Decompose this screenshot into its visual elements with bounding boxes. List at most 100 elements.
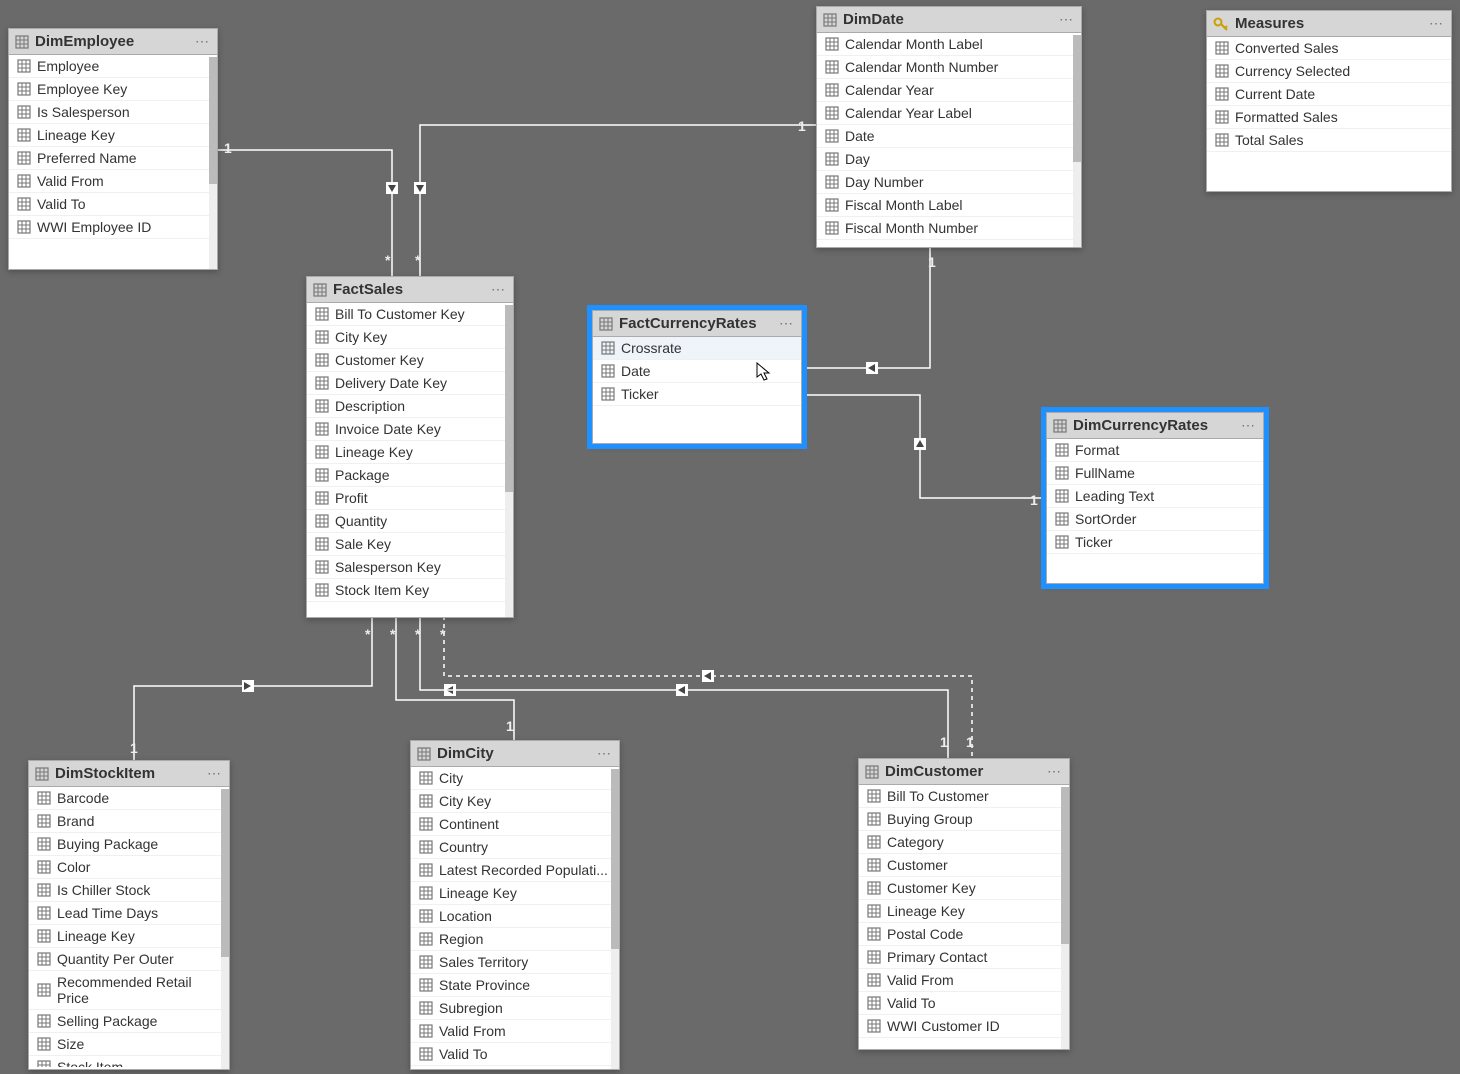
field-row[interactable]: Fiscal Month Number xyxy=(817,217,1081,240)
field-row[interactable]: Primary Contact xyxy=(859,946,1069,969)
field-row[interactable]: Postal Code xyxy=(859,923,1069,946)
field-row[interactable]: Converted Sales xyxy=(1207,37,1451,60)
field-row[interactable]: Date xyxy=(593,360,801,383)
field-row[interactable]: Valid To xyxy=(9,193,217,216)
more-icon[interactable]: ⋯ xyxy=(195,33,211,50)
table-factSales[interactable]: FactSales⋯Bill To Customer KeyCity KeyCu… xyxy=(306,276,514,618)
more-icon[interactable]: ⋯ xyxy=(1047,763,1063,780)
field-row[interactable]: WWI Customer ID xyxy=(859,1015,1069,1038)
scrollbar-thumb[interactable] xyxy=(505,305,513,492)
field-row[interactable]: Description xyxy=(307,395,513,418)
field-row[interactable]: Stock Item Key xyxy=(307,579,513,602)
more-icon[interactable]: ⋯ xyxy=(597,745,613,762)
field-row[interactable]: Preferred Name xyxy=(9,147,217,170)
scrollbar[interactable] xyxy=(221,789,229,1069)
field-row[interactable]: Subregion xyxy=(411,997,619,1020)
field-row[interactable]: Category xyxy=(859,831,1069,854)
field-row[interactable]: City xyxy=(411,767,619,790)
table-dimEmployee[interactable]: DimEmployee⋯EmployeeEmployee KeyIs Sales… xyxy=(8,28,218,270)
field-row[interactable]: Quantity xyxy=(307,510,513,533)
more-icon[interactable]: ⋯ xyxy=(1429,15,1445,32)
field-row[interactable]: Lead Time Days xyxy=(29,902,229,925)
field-row[interactable]: Country xyxy=(411,836,619,859)
table-header[interactable]: DimStockItem⋯ xyxy=(29,761,229,787)
scrollbar[interactable] xyxy=(505,305,513,617)
table-dimStockItem[interactable]: DimStockItem⋯BarcodeBrandBuying PackageC… xyxy=(28,760,230,1070)
scrollbar-thumb[interactable] xyxy=(221,789,229,957)
field-row[interactable]: Valid To xyxy=(859,992,1069,1015)
more-icon[interactable]: ⋯ xyxy=(779,315,795,332)
field-row[interactable]: Ticker xyxy=(593,383,801,406)
field-row[interactable]: Bill To Customer Key xyxy=(307,303,513,326)
scrollbar-thumb[interactable] xyxy=(1073,35,1081,162)
field-row[interactable]: Sales Territory xyxy=(411,951,619,974)
scrollbar[interactable] xyxy=(1073,35,1081,247)
field-row[interactable]: Calendar Month Number xyxy=(817,56,1081,79)
table-measures[interactable]: Measures⋯Converted SalesCurrency Selecte… xyxy=(1206,10,1452,192)
field-row[interactable]: Latest Recorded Populati... xyxy=(411,859,619,882)
field-row[interactable]: Continent xyxy=(411,813,619,836)
field-row[interactable]: Calendar Month Label xyxy=(817,33,1081,56)
more-icon[interactable]: ⋯ xyxy=(207,765,223,782)
field-row[interactable]: Customer Key xyxy=(859,877,1069,900)
table-dimCurrencyRates[interactable]: DimCurrencyRates⋯FormatFullNameLeading T… xyxy=(1046,412,1264,584)
scrollbar[interactable] xyxy=(209,57,217,269)
field-row[interactable]: Currency Selected xyxy=(1207,60,1451,83)
table-header[interactable]: DimEmployee⋯ xyxy=(9,29,217,55)
field-row[interactable]: Valid From xyxy=(411,1020,619,1043)
field-row[interactable]: Formatted Sales xyxy=(1207,106,1451,129)
field-row[interactable]: Stock Item xyxy=(29,1056,229,1067)
field-row[interactable]: City Key xyxy=(307,326,513,349)
field-row[interactable]: Customer xyxy=(859,854,1069,877)
scrollbar-thumb[interactable] xyxy=(611,769,619,949)
field-row[interactable]: Lineage Key xyxy=(307,441,513,464)
field-row[interactable]: Format xyxy=(1047,439,1263,462)
table-dimCity[interactable]: DimCity⋯CityCity KeyContinentCountryLate… xyxy=(410,740,620,1070)
field-row[interactable]: Customer Key xyxy=(307,349,513,372)
table-header[interactable]: FactCurrencyRates⋯ xyxy=(593,311,801,337)
field-row[interactable]: Buying Package xyxy=(29,833,229,856)
field-row[interactable]: Bill To Customer xyxy=(859,785,1069,808)
field-row[interactable]: Profit xyxy=(307,487,513,510)
field-row[interactable]: FullName xyxy=(1047,462,1263,485)
table-dimDate[interactable]: DimDate⋯Calendar Month LabelCalendar Mon… xyxy=(816,6,1082,248)
field-row[interactable]: Brand xyxy=(29,810,229,833)
field-row[interactable]: Valid From xyxy=(9,170,217,193)
table-factCurrencyRates[interactable]: FactCurrencyRates⋯CrossrateDateTicker xyxy=(592,310,802,444)
field-row[interactable]: Size xyxy=(29,1033,229,1056)
field-row[interactable]: Selling Package xyxy=(29,1010,229,1033)
scrollbar[interactable] xyxy=(611,769,619,1069)
field-row[interactable]: Recommended Retail Price xyxy=(29,971,229,1010)
field-row[interactable]: Ticker xyxy=(1047,531,1263,554)
table-header[interactable]: DimCurrencyRates⋯ xyxy=(1047,413,1263,439)
field-row[interactable]: Sale Key xyxy=(307,533,513,556)
field-row[interactable]: Date xyxy=(817,125,1081,148)
field-row[interactable]: Valid To xyxy=(411,1043,619,1066)
table-header[interactable]: DimCustomer⋯ xyxy=(859,759,1069,785)
table-dimCustomer[interactable]: DimCustomer⋯Bill To CustomerBuying Group… xyxy=(858,758,1070,1050)
field-row[interactable]: Lineage Key xyxy=(411,882,619,905)
field-row[interactable]: Lineage Key xyxy=(859,900,1069,923)
field-row[interactable]: Salesperson Key xyxy=(307,556,513,579)
field-row[interactable]: Delivery Date Key xyxy=(307,372,513,395)
table-header[interactable]: FactSales⋯ xyxy=(307,277,513,303)
field-row[interactable]: WWI Employee ID xyxy=(9,216,217,239)
more-icon[interactable]: ⋯ xyxy=(1059,11,1075,28)
field-row[interactable]: Day Number xyxy=(817,171,1081,194)
field-row[interactable]: Calendar Year xyxy=(817,79,1081,102)
field-row[interactable]: SortOrder xyxy=(1047,508,1263,531)
field-row[interactable]: Total Sales xyxy=(1207,129,1451,152)
field-row[interactable]: Current Date xyxy=(1207,83,1451,106)
table-header[interactable]: DimCity⋯ xyxy=(411,741,619,767)
field-row[interactable]: Employee xyxy=(9,55,217,78)
field-row[interactable]: Region xyxy=(411,928,619,951)
scrollbar[interactable] xyxy=(1061,787,1069,1049)
field-row[interactable]: Crossrate xyxy=(593,337,801,360)
field-row[interactable]: Quantity Per Outer xyxy=(29,948,229,971)
field-row[interactable]: Buying Group xyxy=(859,808,1069,831)
field-row[interactable]: Day xyxy=(817,148,1081,171)
field-row[interactable]: Color xyxy=(29,856,229,879)
field-row[interactable]: Calendar Year Label xyxy=(817,102,1081,125)
field-row[interactable]: Barcode xyxy=(29,787,229,810)
field-row[interactable]: Leading Text xyxy=(1047,485,1263,508)
